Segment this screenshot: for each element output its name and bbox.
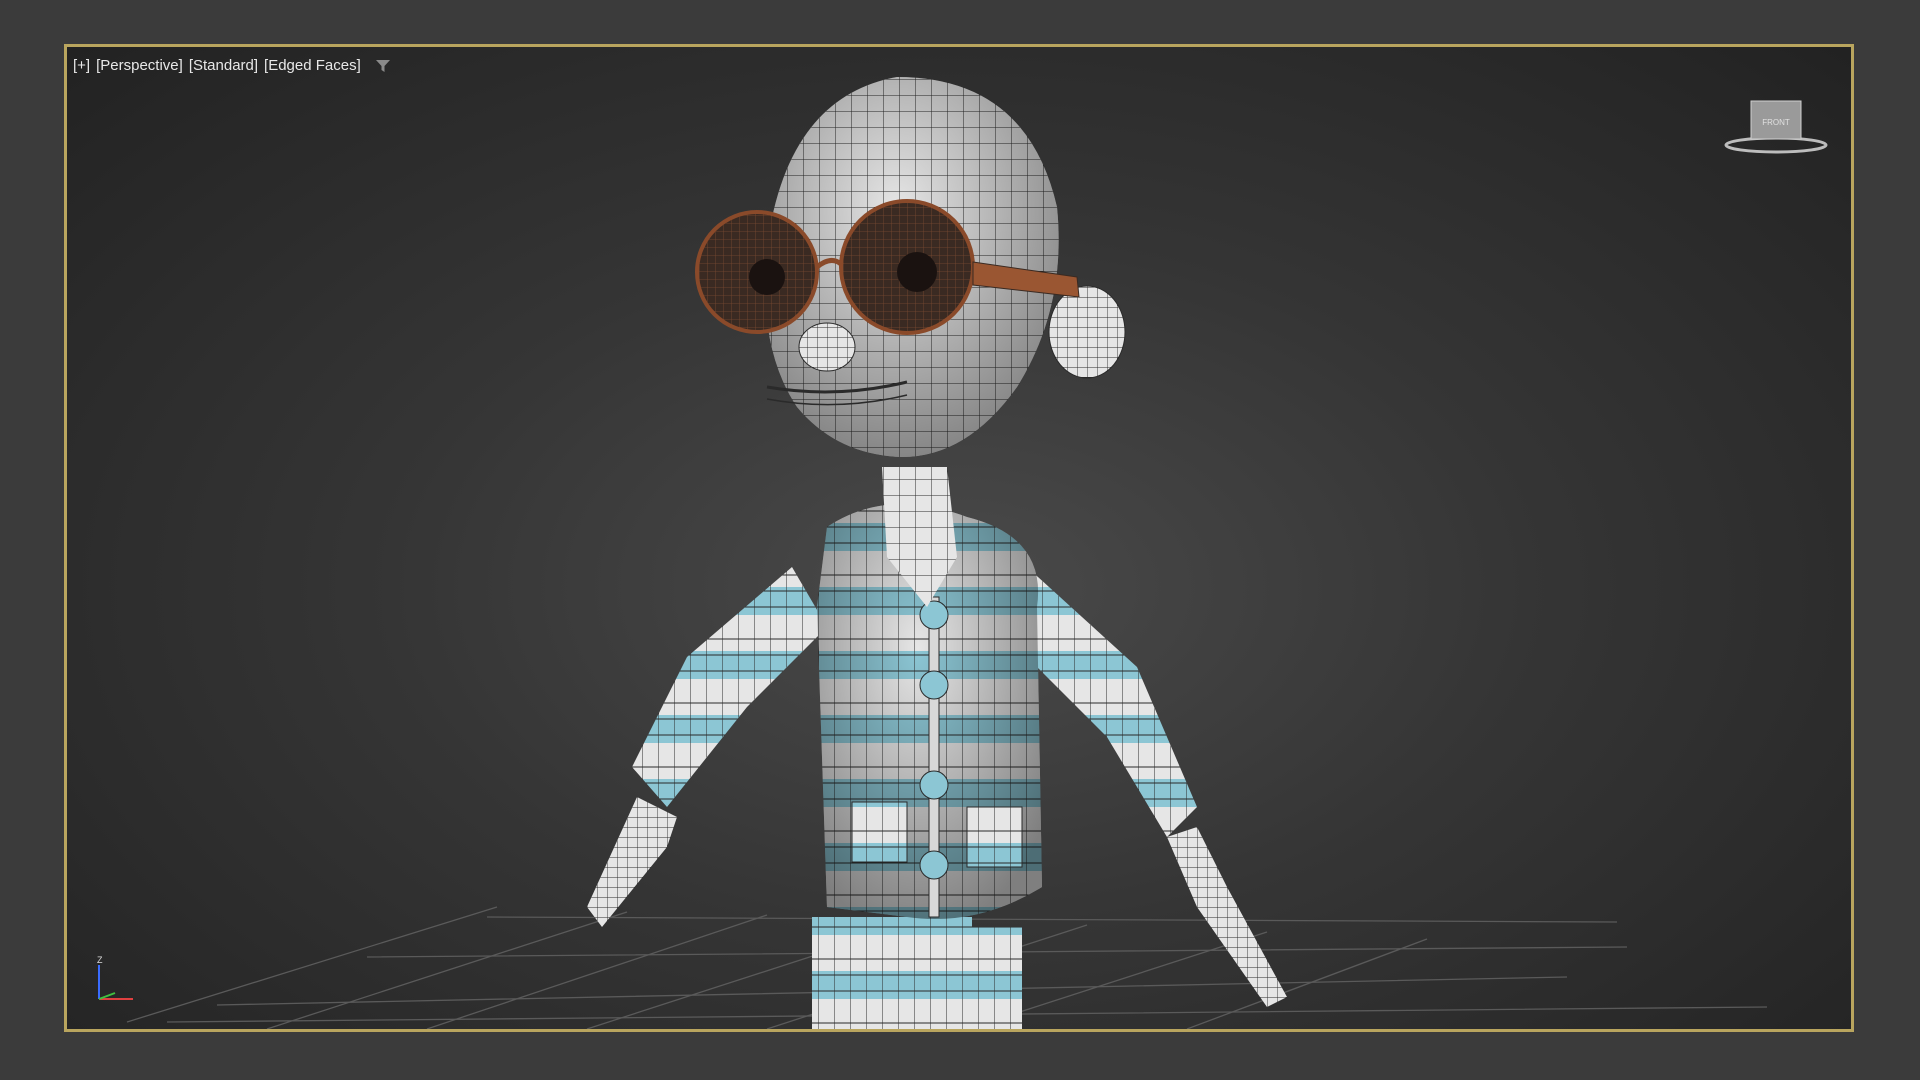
viewcube[interactable]: FRONT	[1721, 95, 1831, 165]
perspective-viewport[interactable]: [+] [Perspective] [Standard] [Edged Face…	[64, 44, 1854, 1032]
axis-z-label: Z	[97, 955, 103, 965]
viewcube-face-label: FRONT	[1762, 118, 1790, 127]
axis-tripod-icon: Z	[97, 955, 133, 1000]
character-legs	[812, 917, 1022, 1029]
scene-canvas[interactable]	[67, 47, 1851, 1029]
